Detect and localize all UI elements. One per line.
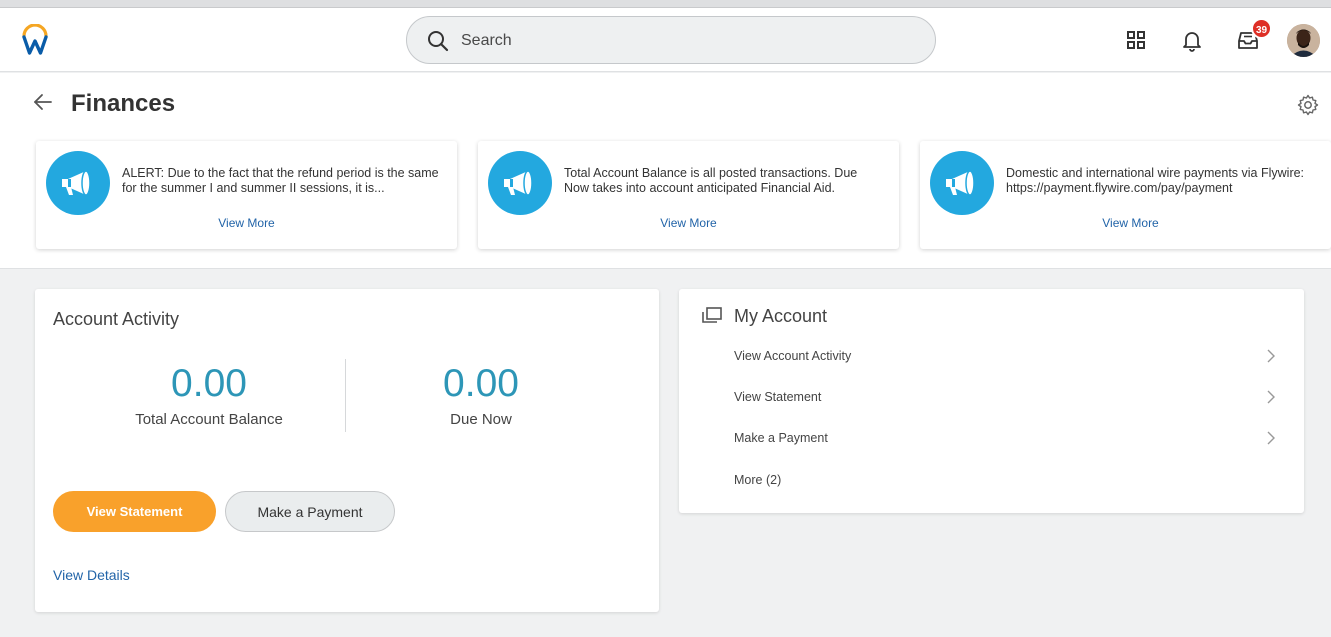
search-bar[interactable]	[406, 16, 936, 64]
chevron-right-icon	[1267, 349, 1275, 363]
chevron-right-icon	[1267, 390, 1275, 404]
my-account-card: My Account View Account Activity View St…	[679, 289, 1304, 513]
due-now-label: Due Now	[450, 411, 512, 428]
gear-icon[interactable]	[1296, 93, 1320, 117]
megaphone-icon	[930, 151, 994, 215]
total-balance-label: Total Account Balance	[135, 411, 283, 428]
megaphone-icon	[488, 151, 552, 215]
back-arrow-icon[interactable]	[32, 91, 54, 113]
view-more-link[interactable]: View More	[36, 216, 457, 230]
bell-icon[interactable]	[1180, 28, 1204, 52]
item-label: View Statement	[734, 390, 822, 404]
announcement-card: Domestic and international wire payments…	[920, 141, 1331, 249]
item-label: More (2)	[734, 473, 782, 487]
total-balance-metric: 0.00 Total Account Balance	[73, 361, 345, 428]
announcement-text: ALERT: Due to the fact that the refund p…	[122, 166, 439, 195]
more-items-link[interactable]: More (2)	[734, 473, 1284, 497]
announcement-text: Domestic and international wire payments…	[1006, 166, 1305, 195]
my-account-item[interactable]: View Statement	[734, 390, 1284, 414]
announcement-card: ALERT: Due to the fact that the refund p…	[36, 141, 457, 249]
windows-stack-icon	[702, 307, 722, 323]
workday-logo[interactable]	[20, 24, 50, 56]
view-statement-button[interactable]: View Statement	[53, 491, 216, 532]
top-bar: 39	[0, 8, 1331, 72]
avatar[interactable]	[1287, 24, 1320, 57]
view-details-link[interactable]: View Details	[53, 567, 130, 583]
view-more-link[interactable]: View More	[478, 216, 899, 230]
page-header: Finances ALERT: Due to the fact that the…	[0, 73, 1331, 269]
announcement-card: Total Account Balance is all posted tran…	[478, 141, 899, 249]
total-balance-value: 0.00	[171, 362, 247, 405]
my-account-item[interactable]: View Account Activity	[734, 349, 1284, 373]
search-input[interactable]	[461, 27, 901, 55]
item-label: Make a Payment	[734, 431, 828, 445]
make-payment-button[interactable]: Make a Payment	[225, 491, 395, 532]
search-icon	[428, 31, 449, 52]
card-title: Account Activity	[53, 309, 180, 329]
browser-chrome-strip	[0, 0, 1331, 8]
announcement-text: Total Account Balance is all posted tran…	[564, 166, 858, 195]
page-title: Finances	[71, 90, 176, 117]
item-label: View Account Activity	[734, 349, 852, 363]
account-activity-card: Account Activity 0.00 Total Account Bala…	[35, 289, 659, 612]
due-now-value: 0.00	[443, 362, 519, 405]
card-title: My Account	[734, 306, 828, 326]
apps-grid-icon[interactable]	[1124, 28, 1148, 52]
view-more-link[interactable]: View More	[920, 216, 1331, 230]
inbox-count-badge: 39	[1251, 18, 1273, 39]
chevron-right-icon	[1267, 431, 1275, 445]
due-now-metric: 0.00 Due Now	[345, 361, 617, 428]
megaphone-icon	[46, 151, 110, 215]
my-account-item[interactable]: Make a Payment	[734, 431, 1284, 455]
